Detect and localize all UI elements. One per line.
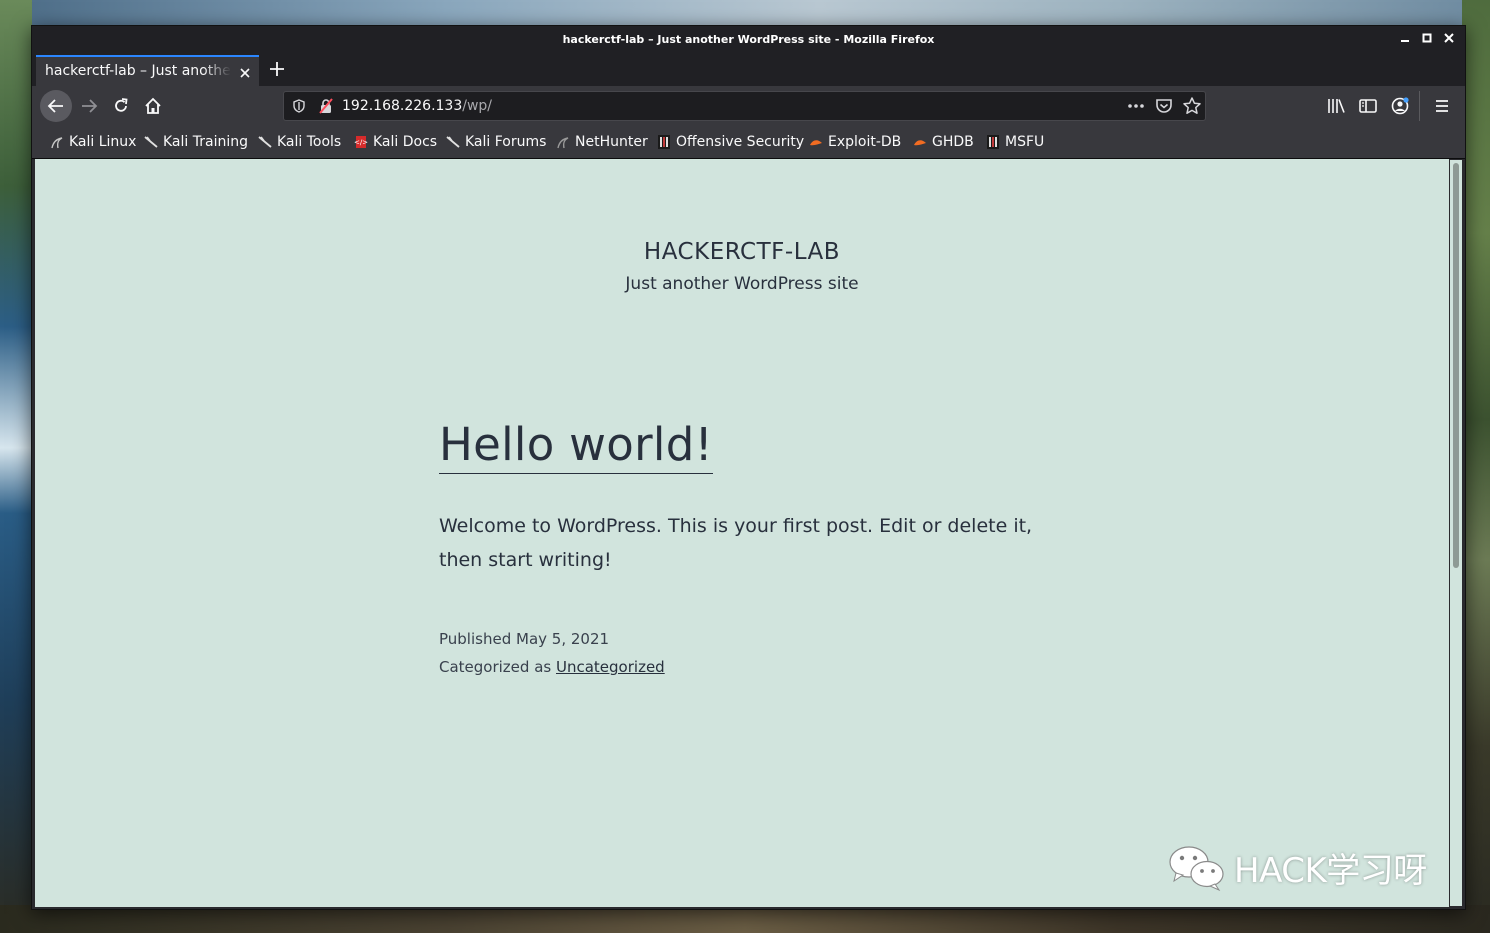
sidebar-toggle-button[interactable] bbox=[1358, 96, 1378, 116]
bookmark-kali-docs[interactable]: </> Kali Docs bbox=[354, 133, 437, 151]
url-text: 192.168.226.133/wp/ bbox=[342, 98, 492, 114]
insecure-connection-icon bbox=[319, 98, 333, 114]
tab-active[interactable]: hackerctf-lab – Just another WordPress s… bbox=[36, 55, 259, 86]
tab-strip: hackerctf-lab – Just another WordPress s… bbox=[32, 53, 1465, 86]
desktop-background-left bbox=[0, 0, 32, 933]
library-icon bbox=[1328, 99, 1345, 113]
account-icon bbox=[1391, 97, 1409, 115]
bookmark-label: MSFU bbox=[1005, 134, 1045, 150]
bookmark-kali-training[interactable]: Kali Training bbox=[144, 133, 248, 151]
bookmark-offensive-security[interactable]: Offensive Security bbox=[657, 133, 804, 151]
more-dots-icon bbox=[1128, 104, 1144, 108]
bookmark-label: Kali Tools bbox=[277, 134, 342, 150]
bookmark-ghdb[interactable]: GHDB bbox=[913, 133, 974, 151]
bookmark-nethunter[interactable]: NetHunter bbox=[556, 133, 648, 151]
new-tab-button[interactable] bbox=[266, 55, 288, 83]
bookmark-label: Kali Training bbox=[163, 134, 248, 150]
close-icon bbox=[240, 68, 250, 78]
bookmarks-toolbar: Kali Linux Kali Training Kali Tools </> … bbox=[32, 126, 1465, 159]
tracking-shield-icon bbox=[293, 99, 305, 113]
url-bar[interactable]: 192.168.226.133/wp/ bbox=[283, 91, 1206, 121]
library-button[interactable] bbox=[1326, 96, 1346, 116]
account-button[interactable] bbox=[1390, 96, 1410, 116]
tab-label: hackerctf-lab – Just another WordPress s… bbox=[45, 63, 231, 79]
maximize-icon bbox=[1422, 33, 1432, 43]
plus-icon bbox=[270, 62, 284, 76]
wechat-icon bbox=[1169, 846, 1224, 891]
watermark: HACK学习呀 bbox=[1168, 842, 1427, 892]
bookmark-label: Kali Forums bbox=[465, 134, 547, 150]
bookmark-label: GHDB bbox=[932, 134, 974, 150]
offsec-icon bbox=[658, 135, 670, 149]
kali-docs-icon: </> bbox=[354, 136, 368, 148]
post-body: Welcome to WordPress. This is your first… bbox=[439, 515, 1033, 571]
navigation-toolbar: 192.168.226.133/wp/ bbox=[32, 86, 1465, 126]
site-description: Just another WordPress site bbox=[625, 274, 859, 294]
bookmark-label: Exploit-DB bbox=[828, 134, 902, 150]
svg-text:</>: </> bbox=[354, 139, 368, 147]
toolbar-separator bbox=[1419, 91, 1420, 121]
published-date: May 5, 2021 bbox=[516, 630, 610, 648]
bookmark-kali-forums[interactable]: Kali Forums bbox=[446, 133, 546, 151]
url-host: 192.168.226.133 bbox=[342, 98, 463, 114]
post-published-meta: Published May 5, 2021 bbox=[439, 630, 609, 648]
star-icon bbox=[1183, 97, 1201, 114]
maximize-button[interactable] bbox=[1417, 30, 1437, 48]
minimize-icon bbox=[1401, 40, 1409, 42]
bookmark-label: NetHunter bbox=[575, 134, 648, 150]
page-actions-button[interactable] bbox=[1126, 96, 1146, 116]
categorized-prefix: Categorized as bbox=[439, 658, 552, 676]
home-button[interactable] bbox=[138, 91, 168, 121]
back-button[interactable] bbox=[40, 90, 72, 122]
bookmark-msfu[interactable]: MSFU bbox=[986, 133, 1044, 151]
kali-dragon-icon bbox=[51, 137, 63, 149]
reload-icon bbox=[115, 98, 128, 112]
offsec-icon bbox=[987, 135, 999, 149]
back-arrow-icon bbox=[47, 99, 63, 113]
exploitdb-icon bbox=[914, 140, 926, 146]
kali-dragon-icon bbox=[446, 136, 460, 148]
pocket-button[interactable] bbox=[1155, 97, 1173, 115]
page-content: HACKERCTF-LAB Just another WordPress sit… bbox=[35, 159, 1449, 907]
bookmark-label: Offensive Security bbox=[676, 134, 805, 150]
exploitdb-icon bbox=[810, 140, 822, 146]
post-category-meta: Categorized as Uncategorized bbox=[439, 658, 665, 676]
post-title-link[interactable]: Hello world! bbox=[439, 419, 713, 474]
bookmark-label: Kali Linux bbox=[69, 134, 137, 150]
desktop-background-top bbox=[0, 0, 1490, 26]
desktop-background-right bbox=[1462, 0, 1490, 933]
category-link[interactable]: Uncategorized bbox=[556, 658, 665, 676]
close-icon bbox=[1444, 33, 1454, 43]
reload-button[interactable] bbox=[106, 91, 136, 121]
hamburger-menu-icon bbox=[1436, 100, 1448, 112]
bookmark-kali-linux[interactable]: Kali Linux bbox=[50, 133, 136, 151]
home-icon bbox=[145, 97, 161, 114]
scrollbar-thumb[interactable] bbox=[1453, 163, 1459, 568]
close-window-button[interactable] bbox=[1439, 30, 1459, 48]
nethunter-icon bbox=[557, 137, 569, 149]
bookmark-exploit-db[interactable]: Exploit-DB bbox=[809, 133, 901, 151]
kali-dragon-icon bbox=[258, 136, 272, 148]
pocket-icon bbox=[1156, 99, 1172, 113]
published-prefix: Published bbox=[439, 630, 512, 648]
bookmark-kali-tools[interactable]: Kali Tools bbox=[258, 133, 341, 151]
bookmark-star-button[interactable] bbox=[1182, 96, 1202, 116]
minimize-button[interactable] bbox=[1395, 30, 1415, 48]
forward-arrow-icon bbox=[82, 99, 98, 113]
firefox-window: hackerctf-lab – Just another WordPress s… bbox=[31, 25, 1466, 910]
title-bar: hackerctf-lab – Just another WordPress s… bbox=[32, 26, 1465, 53]
app-menu-button[interactable] bbox=[1432, 96, 1452, 116]
kali-dragon-icon bbox=[144, 136, 158, 148]
tab-close-button[interactable] bbox=[239, 61, 251, 83]
url-path: /wp/ bbox=[462, 98, 493, 114]
site-title[interactable]: HACKERCTF-LAB bbox=[35, 239, 1449, 265]
bookmark-label: Kali Docs bbox=[373, 134, 438, 150]
forward-button[interactable] bbox=[74, 91, 104, 121]
watermark-text: HACK学习呀 bbox=[1234, 850, 1427, 891]
sidebar-icon bbox=[1359, 99, 1377, 113]
window-title: hackerctf-lab – Just another WordPress s… bbox=[562, 33, 935, 46]
page-scrollbar[interactable] bbox=[1450, 160, 1462, 906]
